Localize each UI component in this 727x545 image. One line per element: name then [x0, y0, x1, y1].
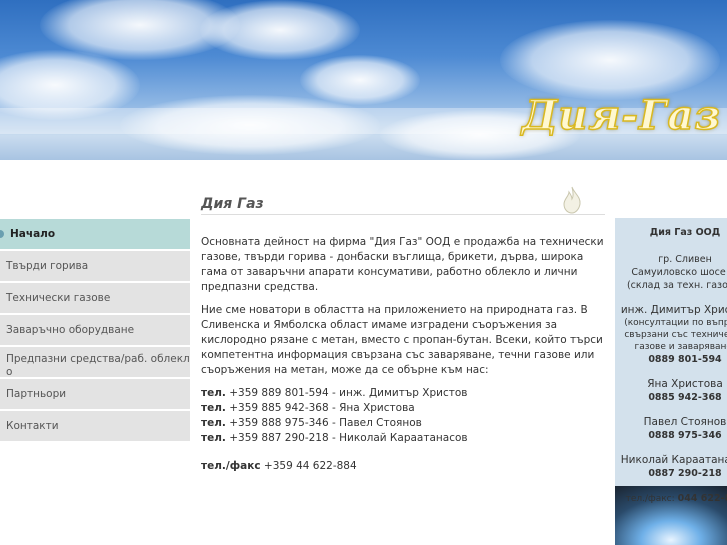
nav-item-protective-equipment[interactable]: Предпазни средства/раб. облекло [0, 347, 190, 377]
phone-line: тел. +359 887 290-218 - Николай Караатан… [201, 432, 468, 444]
page-title: Дия Газ [201, 196, 264, 212]
sidebar-company: Дия Газ ООД [649, 227, 721, 238]
nav-item-home[interactable]: Начало [0, 219, 190, 249]
fax-line: тел./факс +359 44 622-884 [201, 460, 357, 472]
nav-item-contacts[interactable]: Контакти [0, 411, 190, 441]
header-banner: Дия-Газ [0, 0, 727, 160]
flame-icon [563, 186, 581, 214]
sidebar-contact: инж. Димитър Христов (консултации по въп… [620, 304, 727, 365]
phone-line: тел. +359 885 942-368 - Яна Христова [201, 402, 415, 414]
site-logo[interactable]: Дия-Газ [521, 91, 721, 140]
intro-paragraph: Основната дейност на фирма "Дия Газ" ООД… [201, 236, 604, 293]
page-title-wrap: Дия Газ [201, 186, 605, 215]
main-nav: Начало Твърди горива Технически газове З… [0, 219, 190, 443]
phone-line: тел. +359 888 975-346 - Павел Стоянов [201, 417, 422, 429]
innovation-paragraph: Ние сме новатори в областта на приложени… [201, 304, 603, 376]
sidebar-address: гр. СливенСамуиловско шосе №(склад за те… [626, 254, 727, 291]
sidebar-contact: Павел Стоянов 0888 975-346 [643, 416, 727, 441]
nav-item-welding-equipment[interactable]: Заваръчно оборудване [0, 315, 190, 345]
contact-sidebar: Дия Газ ООД гр. СливенСамуиловско шосе №… [615, 218, 727, 545]
nav-item-solid-fuels[interactable]: Твърди горива [0, 251, 190, 281]
sidebar-fax: тел./факс: 044 622-884 [625, 493, 727, 504]
nav-item-partners[interactable]: Партньори [0, 379, 190, 409]
sidebar-contact: Николай Караатанасов0887 290-218 [620, 454, 727, 479]
main-content: Дия Газ Основната дейност на фирма "Дия … [201, 186, 605, 474]
sidebar-contact: Яна Христова 0885 942-368 [647, 378, 723, 403]
nav-item-technical-gases[interactable]: Технически газове [0, 283, 190, 313]
phone-line: тел. +359 889 801-594 - инж. Димитър Хри… [201, 387, 468, 399]
